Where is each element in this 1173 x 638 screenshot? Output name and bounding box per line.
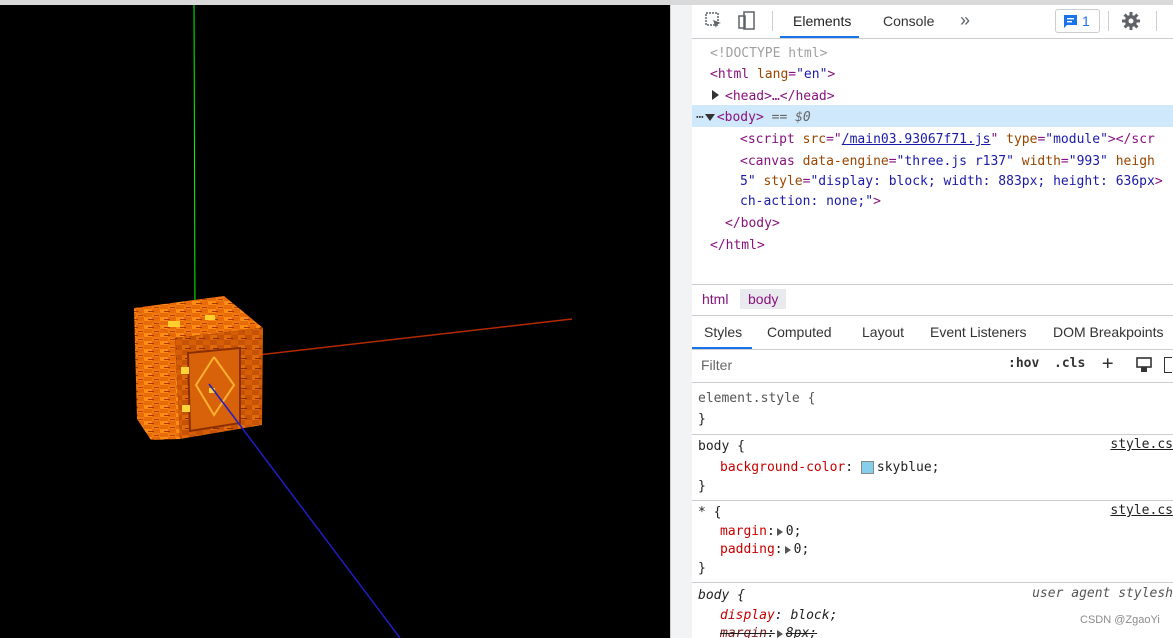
- expand-triangle-icon[interactable]: [712, 90, 719, 100]
- tab-computed[interactable]: Computed: [767, 324, 832, 340]
- dom-canvas-line-cont[interactable]: 5" style="display: block; width: 883px; …: [740, 171, 1163, 192]
- toolbar-separator: [1108, 11, 1109, 31]
- rule-user-agent[interactable]: body { user agent stylesh display: block…: [692, 583, 1173, 638]
- issues-count: 1: [1082, 13, 1090, 29]
- dom-body-line[interactable]: ⋯ <body> == $0: [696, 107, 811, 128]
- active-tab-indicator: [780, 36, 859, 38]
- breadcrumb-body[interactable]: body: [740, 289, 787, 309]
- tab-dom-breakpoints[interactable]: DOM Breakpoints: [1053, 324, 1163, 340]
- z-axis-line: [208, 383, 401, 638]
- tab-elements[interactable]: Elements: [793, 13, 851, 29]
- devtools-toolbar: Elements Console » 1: [692, 5, 1173, 39]
- more-tabs-button[interactable]: »: [960, 10, 970, 31]
- hov-toggle-button[interactable]: :hov: [1008, 356, 1039, 371]
- rule-element-style[interactable]: element.style { }: [692, 383, 1173, 435]
- more-actions-icon[interactable]: ⋯: [696, 110, 704, 125]
- dom-html-close-line[interactable]: </html>: [710, 235, 765, 256]
- script-src-link[interactable]: /main03.93067f71.js: [842, 132, 991, 147]
- stylesheet-link[interactable]: style.cs: [1110, 503, 1173, 518]
- computed-styles-icon[interactable]: [1136, 357, 1152, 377]
- tab-console[interactable]: Console: [883, 13, 934, 29]
- dom-head-line[interactable]: <head>…</head>: [712, 86, 835, 107]
- user-agent-source: user agent stylesh: [1032, 586, 1173, 601]
- style-rules: element.style { } body { style.cs backgr…: [692, 383, 1173, 638]
- cls-toggle-button[interactable]: .cls: [1054, 356, 1085, 371]
- expand-shorthand-icon[interactable]: [776, 527, 783, 536]
- dom-script-line[interactable]: <script src="/main03.93067f71.js" type="…: [740, 129, 1155, 150]
- issues-button[interactable]: 1: [1055, 9, 1100, 33]
- dom-tree: <!DOCTYPE html> <html lang="en"> <head>……: [692, 39, 1173, 284]
- expand-shorthand-icon[interactable]: [784, 545, 791, 554]
- tab-event-listeners[interactable]: Event Listeners: [930, 324, 1027, 340]
- crate-hinge-bottom: [182, 405, 190, 412]
- color-swatch[interactable]: [860, 461, 874, 474]
- styles-filter-input[interactable]: Filter: [696, 353, 999, 377]
- watermark: CSDN @ZgaoYi: [1080, 614, 1160, 626]
- breadcrumb-html[interactable]: html: [700, 291, 730, 307]
- y-axis-line: [193, 5, 196, 316]
- toolbar-separator: [1156, 11, 1157, 31]
- message-icon: [1063, 14, 1078, 33]
- dom-canvas-line[interactable]: <canvas data-engine="three.js r137" widt…: [740, 151, 1155, 172]
- sidebar-toggle-icon[interactable]: [1164, 357, 1172, 373]
- dom-doctype-line[interactable]: <!DOCTYPE html>: [710, 43, 827, 64]
- panel-splitter[interactable]: [670, 5, 692, 638]
- styles-filter-bar: Filter :hov .cls +: [692, 349, 1173, 383]
- rule-universal[interactable]: * { style.cs margin: 0; padding: 0; }: [692, 501, 1173, 583]
- crate-hinge-top: [181, 367, 189, 374]
- x-axis-line: [257, 318, 573, 356]
- scene-svg: [134, 5, 573, 638]
- new-style-rule-button[interactable]: +: [1102, 352, 1113, 374]
- toolbar-separator: [772, 11, 773, 31]
- dom-canvas-line-cont[interactable]: ch-action: none;">: [740, 191, 881, 212]
- rule-body-stylesheet[interactable]: body { style.cs background-color: skyblu…: [692, 435, 1173, 501]
- textured-crate: [134, 296, 263, 440]
- gear-icon[interactable]: [1121, 11, 1141, 31]
- collapse-triangle-icon[interactable]: [704, 114, 715, 121]
- tab-layout[interactable]: Layout: [862, 324, 904, 340]
- dom-body-close-line[interactable]: </body>: [725, 213, 780, 234]
- expand-shorthand-icon[interactable]: [776, 629, 783, 638]
- threejs-canvas-viewport[interactable]: [0, 5, 670, 638]
- devtools-panel: Elements Console » 1 <!DOCTYPE html> <ht…: [692, 5, 1173, 638]
- breadcrumb: html body: [692, 284, 1173, 316]
- styles-pane-tabs: Styles Computed Layout Event Listeners D…: [692, 316, 1173, 350]
- device-toolbar-icon[interactable]: [736, 11, 756, 31]
- stylesheet-link[interactable]: style.cs: [1110, 437, 1173, 452]
- inspect-element-icon[interactable]: [704, 11, 724, 31]
- tab-styles[interactable]: Styles: [704, 324, 742, 340]
- dom-html-line[interactable]: <html lang="en">: [710, 64, 835, 85]
